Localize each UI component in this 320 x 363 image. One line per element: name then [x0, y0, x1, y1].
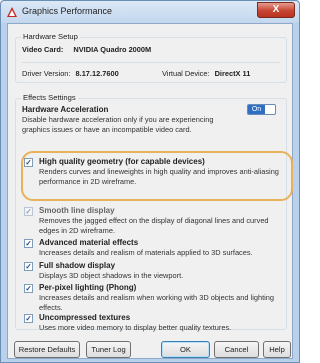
ok-button[interactable]: OK [161, 341, 210, 358]
option-title: Per-pixel lighting (Phong) [39, 283, 137, 292]
effects-settings-group: Effects Settings Hardware Acceleration D… [15, 93, 293, 332]
hardware-acceleration-description: Disable hardware acceleration only if yo… [22, 115, 214, 134]
driver-version-label: Driver Version: [22, 69, 71, 78]
high-quality-geometry-checkbox[interactable]: ✓ [24, 158, 33, 167]
video-card-row: Video Card: NVIDIA Quadro 2000M [22, 45, 151, 54]
virtual-device-row: Virtual Device: DirectX 11 [162, 69, 250, 78]
option-description: Removes the jagged effect on the display… [39, 216, 269, 235]
hardware-setup-group: Hardware Setup Video Card: NVIDIA Quadro… [15, 32, 287, 83]
hardware-divider [22, 62, 280, 63]
hardware-acceleration-toggle[interactable]: On [247, 104, 276, 115]
tuner-log-button[interactable]: Tuner Log [86, 341, 131, 358]
hardware-setup-legend: Hardware Setup [21, 32, 80, 41]
graphics-performance-dialog: Graphics Performance X Hardware Setup Vi… [0, 0, 300, 363]
dialog-body: Hardware Setup Video Card: NVIDIA Quadro… [7, 23, 293, 359]
video-card-label: Video Card: [22, 45, 64, 54]
full-shadow-display-checkbox[interactable]: ✓ [24, 262, 33, 271]
option-title: High quality geometry (for capable devic… [39, 157, 205, 166]
title-bar[interactable]: Graphics Performance X [1, 1, 299, 23]
close-button[interactable]: X [257, 2, 295, 18]
hardware-acceleration-title: Hardware Acceleration [22, 105, 109, 114]
option-title: Full shadow display [39, 261, 116, 270]
driver-version-value: 8.17.12.7600 [75, 69, 119, 78]
advanced-material-effects-checkbox[interactable]: ✓ [24, 239, 33, 248]
option-description: Increases details and realism when worki… [39, 293, 274, 312]
option-title: Smooth line display [39, 206, 115, 215]
virtual-device-label: Virtual Device: [162, 69, 210, 78]
uncompressed-textures-checkbox[interactable]: ✓ [24, 314, 33, 323]
driver-row: Driver Version: 8.17.12.7600 [22, 69, 119, 78]
cancel-button[interactable]: Cancel [214, 341, 259, 358]
help-button[interactable]: Help [263, 341, 291, 358]
option-description: Uses more video memory to display better… [39, 323, 232, 332]
smooth-line-display-checkbox[interactable]: ✓ [24, 207, 33, 216]
autocad-app-icon [7, 7, 17, 17]
option-description: Renders curves and lineweights in high q… [39, 167, 279, 186]
restore-defaults-button[interactable]: Restore Defaults [14, 341, 80, 358]
video-card-value: NVIDIA Quadro 2000M [73, 45, 152, 54]
effects-settings-legend: Effects Settings [21, 93, 78, 102]
window-title: Graphics Performance [22, 6, 113, 16]
option-title: Advanced material effects [39, 238, 139, 247]
option-title: Uncompressed textures [39, 313, 131, 322]
per-pixel-lighting-checkbox[interactable]: ✓ [24, 284, 33, 293]
virtual-device-value: DirectX 11 [214, 69, 251, 78]
toggle-on-label: On [248, 105, 265, 114]
option-description: Displays 3D object shadows in the viewpo… [39, 271, 184, 280]
option-description: Increases details and realism of materia… [39, 248, 253, 257]
